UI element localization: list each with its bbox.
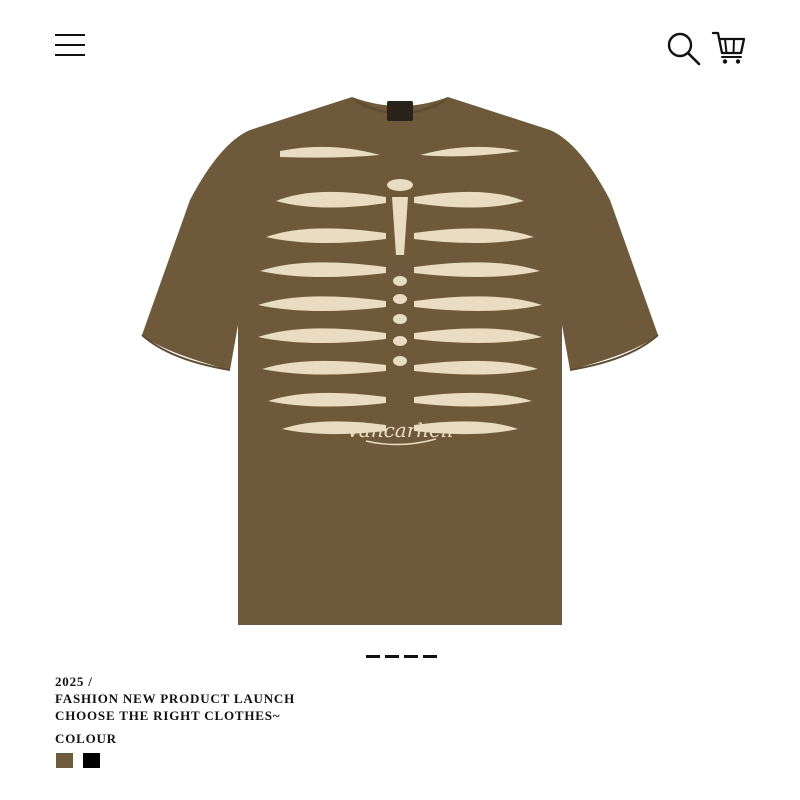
manubrium <box>387 179 413 191</box>
product-image[interactable]: Vancarhell <box>130 85 670 630</box>
menu-button[interactable] <box>55 32 85 58</box>
vertebra <box>393 294 407 304</box>
colour-swatch-black[interactable] <box>83 753 100 768</box>
search-icon <box>667 32 701 66</box>
headline-line-1: FASHION NEW PRODUCT LAUNCH <box>55 691 296 706</box>
headline-line-2: CHOOSE THE RIGHT CLOTHES~ <box>55 708 281 723</box>
neck-label <box>387 101 413 121</box>
menu-line <box>55 54 85 56</box>
cart-button[interactable] <box>711 30 747 66</box>
vertebra <box>393 276 407 286</box>
colour-swatch-olive[interactable] <box>56 753 73 768</box>
carousel-dot[interactable] <box>404 655 418 658</box>
search-button[interactable] <box>665 30 701 66</box>
menu-line <box>55 44 85 46</box>
vertebra <box>393 336 407 346</box>
brand-logo: Vancarhell <box>346 418 454 442</box>
carousel-indicator <box>366 655 437 658</box>
tshirt-illustration: Vancarhell <box>141 97 659 625</box>
year-text: 2025 / <box>55 674 93 689</box>
vertebra <box>393 356 407 366</box>
colour-swatches <box>56 753 100 768</box>
carousel-dot[interactable] <box>423 655 437 658</box>
menu-line <box>55 34 85 36</box>
colour-label: COLOUR <box>55 731 117 746</box>
shopping-cart-icon <box>711 31 746 64</box>
product-info: 2025 / FASHION NEW PRODUCT LAUNCH CHOOSE… <box>55 673 295 724</box>
carousel-dot[interactable] <box>366 655 380 658</box>
carousel-dot[interactable] <box>385 655 399 658</box>
vertebra <box>393 314 407 324</box>
